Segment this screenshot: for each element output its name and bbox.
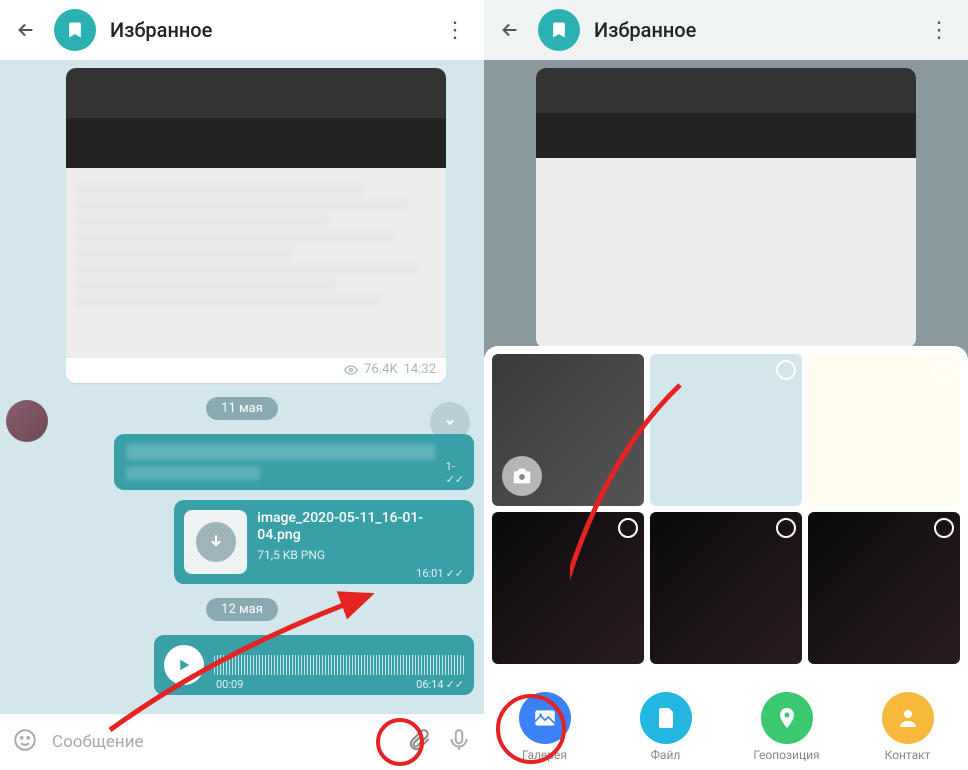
download-icon[interactable] — [196, 522, 236, 562]
forwarded-post — [536, 68, 916, 348]
camera-tile[interactable] — [492, 354, 644, 506]
more-icon[interactable]: ⋮ — [444, 18, 472, 43]
saved-avatar[interactable] — [538, 9, 580, 51]
tab-file[interactable]: Файл — [605, 684, 726, 770]
tab-gallery[interactable]: Галерея — [484, 684, 605, 770]
file-message[interactable]: image_2020-05-11_16-01-04.png 71,5 KB PN… — [174, 500, 474, 584]
sent-message[interactable]: 1-✓✓ — [114, 434, 474, 490]
play-icon[interactable] — [164, 645, 204, 685]
tab-label: Геопозиция — [753, 748, 819, 762]
file-time: 16:01 — [416, 567, 443, 580]
attach-icon[interactable] — [406, 727, 432, 757]
tab-label: Файл — [651, 748, 681, 762]
camera-icon[interactable] — [502, 456, 542, 496]
post-time: 14:32 — [404, 362, 436, 377]
gallery-thumb[interactable] — [492, 512, 644, 664]
chat-title: Избранное — [110, 18, 430, 42]
views-count: 76.4K — [364, 362, 398, 377]
voice-message[interactable]: 00:09 06:14✓✓ — [154, 635, 474, 695]
post-media — [66, 68, 446, 168]
views-icon — [344, 363, 358, 377]
gallery-thumb[interactable] — [650, 512, 802, 664]
saved-avatar[interactable] — [54, 9, 96, 51]
chat-header: Избранное ⋮ — [0, 0, 484, 60]
msg-time-check: 1-✓✓ — [446, 460, 464, 486]
mic-icon[interactable] — [446, 727, 472, 757]
post-text-blur — [66, 168, 446, 358]
attach-sheet: Галерея Файл Геопозиция Контакт — [484, 346, 968, 770]
gallery-thumb[interactable] — [808, 354, 960, 506]
voice-time: 06:14 — [416, 678, 443, 691]
emoji-icon[interactable] — [12, 727, 38, 757]
file-name: image_2020-05-11_16-01-04.png — [257, 510, 464, 544]
message-input-bar: Сообщение — [0, 714, 484, 770]
back-icon[interactable] — [12, 16, 40, 44]
tab-label: Контакт — [885, 748, 931, 762]
message-input[interactable]: Сообщение — [52, 732, 392, 752]
chat-header: Избранное ⋮ — [484, 0, 968, 60]
gallery-thumb[interactable] — [650, 354, 802, 506]
voice-elapsed: 00:09 — [216, 678, 243, 691]
channel-avatar[interactable] — [6, 400, 48, 442]
back-icon[interactable] — [496, 16, 524, 44]
chat-title: Избранное — [594, 18, 914, 42]
more-icon[interactable]: ⋮ — [928, 18, 956, 43]
file-size: 71,5 KB PNG — [257, 548, 464, 562]
tab-contact[interactable]: Контакт — [847, 684, 968, 770]
tab-geo[interactable]: Геопозиция — [726, 684, 847, 770]
forwarded-post[interactable]: 76.4K 14:32 — [66, 68, 446, 383]
date-separator: 12 мая — [206, 598, 278, 621]
file-thumb — [184, 510, 247, 574]
tab-label: Галерея — [522, 748, 567, 762]
waveform[interactable] — [214, 655, 464, 675]
gallery-thumb[interactable] — [808, 512, 960, 664]
date-separator: 11 мая — [206, 397, 278, 420]
